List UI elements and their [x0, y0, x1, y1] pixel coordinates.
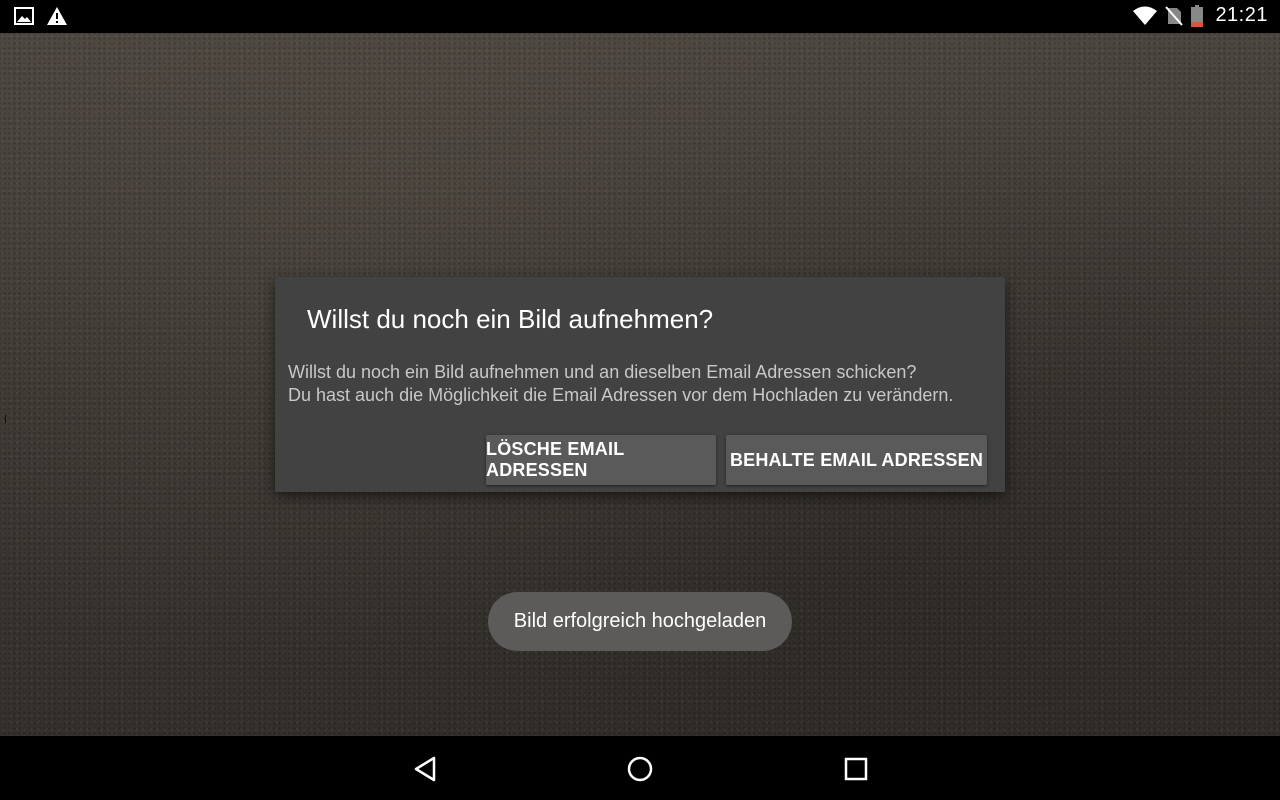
dialog-message-line-2: Du hast auch die Möglichkeit die Email A… [288, 385, 954, 405]
cursor-marker [5, 415, 6, 423]
keep-email-addresses-button[interactable]: BEHALTE EMAIL ADRESSEN [726, 435, 987, 485]
battery-low-icon [1191, 4, 1204, 27]
recents-icon[interactable] [841, 754, 871, 784]
back-icon[interactable] [410, 754, 440, 784]
dialog-actions: LÖSCHE EMAIL ADRESSEN BEHALTE EMAIL ADRE… [476, 435, 987, 485]
dialog-message: Willst du noch ein Bild aufnehmen und an… [288, 361, 998, 407]
navigation-bar [0, 736, 1280, 800]
wifi-icon [1133, 6, 1158, 26]
upload-success-toast: Bild erfolgreich hochgeladen [488, 592, 792, 651]
clock: 21:21 [1215, 4, 1268, 26]
image-icon [14, 6, 34, 26]
dialog-title: Willst du noch ein Bild aufnehmen? [307, 304, 714, 334]
home-icon[interactable] [625, 754, 655, 784]
no-sim-icon [1165, 5, 1184, 26]
notification-icons [14, 6, 80, 26]
system-icons: 21:21 [1133, 4, 1268, 27]
warning-icon [46, 6, 68, 26]
status-bar: 21:21 [0, 0, 1280, 33]
confirm-dialog: Willst du noch ein Bild aufnehmen? Wills… [275, 277, 1005, 492]
screen: 21:21 Willst du noch ein Bild aufnehmen?… [0, 0, 1280, 800]
dialog-message-line-1: Willst du noch ein Bild aufnehmen und an… [288, 362, 917, 382]
delete-email-addresses-button[interactable]: LÖSCHE EMAIL ADRESSEN [486, 435, 716, 485]
